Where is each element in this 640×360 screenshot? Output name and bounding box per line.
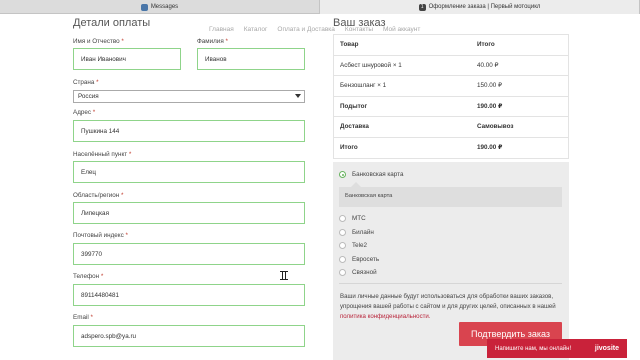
chevron-down-icon: [295, 94, 301, 98]
first-name-field[interactable]: Иван Иванович: [73, 48, 181, 70]
subtotal-label: Подытог: [340, 102, 368, 110]
last-name-label: Фамилия *: [197, 38, 228, 45]
product-total: 150.00 ₽: [477, 82, 503, 90]
address-field[interactable]: Пушкина 144: [73, 120, 305, 142]
total-value: 190.00 ₽: [477, 144, 503, 152]
postcode-field[interactable]: 399770: [73, 243, 305, 265]
browser-tab-strip: Messages 1 Оформление заказа | Первый мо…: [0, 0, 640, 14]
privacy-notice: Ваши личные данные будут использоваться …: [340, 293, 556, 320]
product-name: Бензошланг: [340, 82, 376, 90]
city-field[interactable]: Елец: [73, 161, 305, 183]
order-title: Ваш заказ: [333, 17, 386, 29]
payment-option-bank-card[interactable]: Банковская карта: [352, 171, 404, 178]
country-select[interactable]: Россия: [73, 90, 305, 103]
chat-brand: jivosite: [594, 345, 619, 352]
payment-option-euroset[interactable]: Евросеть: [352, 256, 379, 263]
table-row: Асбест шнуровой × 1 40.00 ₽: [334, 56, 568, 76]
chat-widget[interactable]: Напишите нам, мы онлайн! jivosite: [487, 339, 627, 358]
vk-icon: [140, 3, 148, 11]
badge-icon: 1: [418, 3, 426, 11]
region-label: Область/регион *: [73, 192, 124, 199]
browser-tab-messages[interactable]: Messages: [0, 0, 320, 14]
payment-option-mts[interactable]: МТС: [352, 215, 366, 222]
total-label: Итого: [340, 144, 358, 152]
browser-tab-checkout[interactable]: 1 Оформление заказа | Первый мотоцикл: [320, 0, 640, 14]
shipping-row: Доставка Самовывоз: [334, 117, 568, 138]
site-nav: Главная Каталог Оплата и Доставка Контак…: [209, 26, 420, 33]
column-header-product: Товар: [340, 41, 359, 49]
email-label: Email *: [73, 314, 93, 321]
divider: [339, 283, 562, 284]
shipping-label: Доставка: [340, 123, 369, 131]
payment-option-beeline[interactable]: Билайн: [352, 229, 374, 236]
nav-item-home[interactable]: Главная: [209, 26, 234, 33]
radio-mts[interactable]: [339, 215, 346, 222]
chat-text: Напишите нам, мы онлайн!: [495, 345, 572, 352]
nav-item-account[interactable]: Мой аккаунт: [383, 26, 420, 33]
last-name-field[interactable]: Иванов: [197, 48, 305, 70]
radio-tele2[interactable]: [339, 242, 346, 249]
payment-description: Банковская карта: [339, 182, 562, 207]
product-total: 40.00 ₽: [477, 61, 499, 69]
billing-title: Детали оплаты: [73, 17, 151, 29]
city-label: Населённый пункт *: [73, 151, 132, 158]
radio-bank-card[interactable]: [339, 171, 346, 178]
radio-svyaznoy[interactable]: [339, 269, 346, 276]
column-header-total: Итого: [477, 41, 495, 49]
email-field[interactable]: adspero.spb@ya.ru: [73, 325, 305, 347]
product-qty: × 1: [392, 61, 402, 69]
phone-field[interactable]: 89114480481: [73, 284, 305, 306]
nav-item-payment-delivery[interactable]: Оплата и Доставка: [277, 26, 335, 33]
order-summary-table: Товар Итого Асбест шнуровой × 1 40.00 ₽ …: [333, 34, 569, 159]
subtotal-value: 190.00 ₽: [477, 102, 503, 110]
product-name: Асбест шнуровой: [340, 61, 392, 69]
first-name-label: Имя и Отчество *: [73, 38, 124, 45]
browser-tab-title: Messages: [150, 4, 179, 10]
payment-option-tele2[interactable]: Tele2: [352, 242, 367, 249]
nav-item-catalog[interactable]: Каталог: [244, 26, 268, 33]
address-label: Адрес *: [73, 109, 96, 116]
table-row: Бензошланг × 1 150.00 ₽: [334, 76, 568, 97]
country-label: Страна *: [73, 79, 99, 86]
subtotal-row: Подытог 190.00 ₽: [334, 97, 568, 117]
text-cursor-icon: [280, 271, 288, 280]
payment-option-svyaznoy[interactable]: Связной: [352, 269, 377, 276]
postcode-label: Почтовый индекс *: [73, 232, 128, 239]
product-qty: × 1: [377, 82, 387, 90]
radio-euroset[interactable]: [339, 256, 346, 263]
shipping-value: Самовывоз: [477, 123, 514, 131]
radio-beeline[interactable]: [339, 229, 346, 236]
total-row: Итого 190.00 ₽: [334, 138, 568, 159]
table-header-row: Товар Итого: [334, 35, 568, 56]
phone-label: Телефон *: [73, 273, 104, 280]
region-field[interactable]: Липецкая: [73, 202, 305, 224]
browser-tab-title: Оформление заказа | Первый мотоцикл: [428, 4, 541, 10]
privacy-policy-link[interactable]: политика конфиденциальности.: [340, 313, 431, 320]
